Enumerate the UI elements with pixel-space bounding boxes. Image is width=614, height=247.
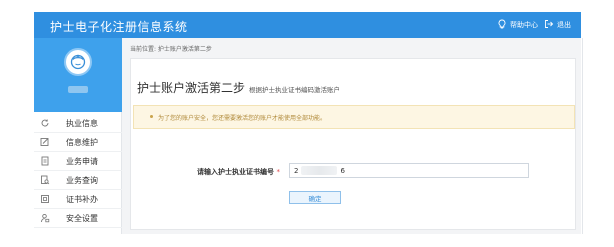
profile-panel [34,38,122,112]
sidebar-item-security-settings[interactable]: 安全设置 [34,209,122,228]
page-title: 护士账户激活第二步 [137,81,246,95]
top-bar: 护士电子化注册信息系统 帮助中心 退出 [34,12,581,38]
sidebar-item-label: 证书补办 [66,195,98,204]
profile-name-redacted [68,86,88,93]
bullet-icon [150,115,153,118]
help-center-label: 帮助中心 [510,21,538,29]
activation-card: 护士账户激活第二步 根据护士执业证书编码激活账户 为了您的账户安全，您还需要激活… [130,58,576,230]
page-subtitle: 根据护士执业证书编码激活账户 [249,86,340,94]
certificate-number-input[interactable]: 2 6 [289,163,529,178]
alert-text: 为了您的账户安全，您还需要激活您的账户才能使用全部功能。 [158,115,327,122]
certificate-number-label: 请输入护士执业证书编号 * [197,167,280,177]
sidebar-item-label: 业务申请 [66,157,98,166]
required-mark: * [276,168,280,176]
certificate-form-row: 请输入护士执业证书编号 * 2 6 [131,163,577,179]
sidebar-item-certificate-reissue[interactable]: 证书补办 [34,190,122,209]
sidebar-item-label: 安全设置 [66,214,98,223]
sidebar-item-practice-info[interactable]: 执业信息 [34,114,122,133]
logout-link[interactable]: 退出 [544,19,571,31]
sidebar-item-label: 执业信息 [66,119,98,128]
help-center-link[interactable]: 帮助中心 [497,19,538,31]
sidebar-item-business-query[interactable]: 业务查询 [34,171,122,190]
sidebar: 执业信息 信息维护 业务申请 业务查询 证书补办 安全设置 [34,38,122,234]
sidebar-menu: 执业信息 信息维护 业务申请 业务查询 证书补办 安全设置 [34,114,122,228]
edit-icon [40,137,50,147]
user-lock-icon [40,213,50,223]
scrollbar-track[interactable] [582,38,583,234]
input-value-prefix: 2 [294,166,299,175]
refresh-icon [40,118,50,128]
lightbulb-icon [497,19,507,31]
sidebar-item-label: 业务查询 [66,176,98,185]
sidebar-item-business-apply[interactable]: 业务申请 [34,152,122,171]
main-content: 当前位置: 护士账户激活第二步 护士账户激活第二步 根据护士执业证书编码激活账户… [130,38,581,234]
app-window: 护士电子化注册信息系统 帮助中心 退出 执业信息 信息维护 业务申请 业务查询 … [34,12,583,234]
certificate-icon [40,194,50,204]
logout-icon [544,19,554,31]
search-doc-icon [40,175,50,185]
redacted-digits [301,166,338,175]
sidebar-item-info-maintenance[interactable]: 信息维护 [34,133,122,152]
logout-label: 退出 [557,21,571,29]
security-alert: 为了您的账户安全，您还需要激活您的账户才能使用全部功能。 [133,105,575,129]
certificate-number-label-text: 请输入护士执业证书编号 [197,168,274,176]
nurse-avatar-icon [70,54,86,70]
app-title: 护士电子化注册信息系统 [50,20,188,34]
avatar[interactable] [64,48,92,76]
top-actions: 帮助中心 退出 [497,19,571,31]
document-icon [40,156,50,166]
input-value-suffix: 6 [340,166,345,175]
confirm-button[interactable]: 确定 [289,191,341,204]
sidebar-item-label: 信息维护 [66,138,98,147]
breadcrumb: 当前位置: 护士账户激活第二步 [130,46,212,53]
